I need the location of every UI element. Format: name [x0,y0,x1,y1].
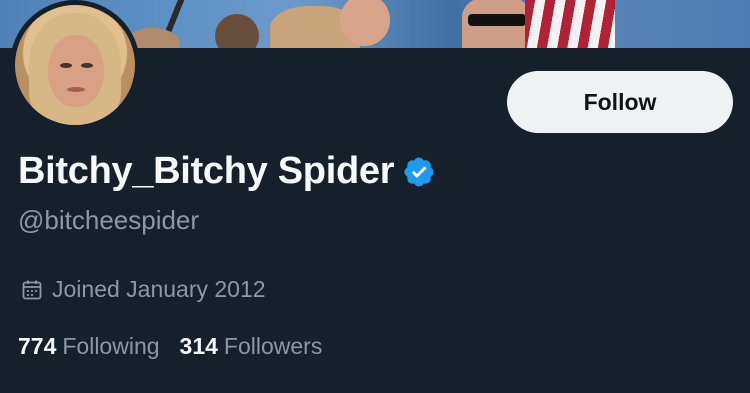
avatar-frame[interactable] [10,0,140,130]
following-count: 774 [18,333,57,359]
avatar[interactable] [15,5,135,125]
following-link[interactable]: 774 Following [18,333,160,360]
banner-flag [525,0,615,48]
calendar-icon [22,280,42,299]
avatar-eye [60,63,72,68]
banner-sunglasses [468,14,526,26]
joined-label: Joined January 2012 [52,276,266,302]
avatar-eye [81,63,93,68]
name-row: Bitchy_Bitchy Spider [18,150,436,193]
following-label: Following [62,333,160,359]
joined-date: Joined January 2012 [20,276,266,303]
verified-badge-icon[interactable] [402,155,436,189]
followers-link[interactable]: 314 Followers [180,333,323,360]
avatar-mouth [67,87,85,92]
followers-label: Followers [223,333,323,359]
follow-button[interactable]: Follow [507,71,733,133]
banner-figure [340,0,390,46]
follow-stats: 774 Following 314 Followers [18,333,342,360]
followers-count: 314 [179,333,218,359]
profile-handle: @bitcheespider [18,205,200,235]
banner-figure [215,14,259,48]
avatar-face [48,35,104,107]
display-name: Bitchy_Bitchy Spider [18,150,395,192]
